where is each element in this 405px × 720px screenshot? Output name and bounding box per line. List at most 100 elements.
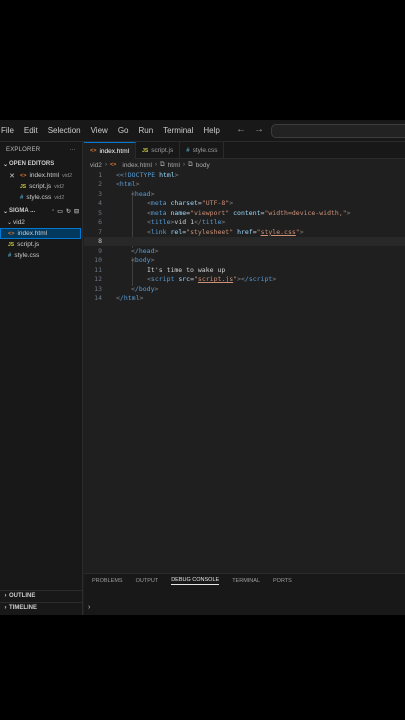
collapse-all-icon[interactable]: ⊟ (74, 208, 79, 215)
code-text: </body> (131, 284, 159, 293)
code-text: <title>vid 1</title> (147, 218, 226, 227)
outline-section[interactable]: › OUTLINE (0, 590, 83, 601)
close-icon[interactable]: ✕ (8, 172, 16, 180)
breadcrumb-file[interactable]: index.html (122, 162, 152, 169)
open-editor-item[interactable]: ✕ <> index.html vid2 (0, 170, 82, 181)
explorer-title: EXPLORER (6, 147, 41, 153)
menu-run[interactable]: Run (133, 126, 158, 135)
tab-terminal[interactable]: TERMINAL (232, 578, 260, 584)
tab-label: style.css (192, 147, 218, 154)
new-file-icon[interactable]: ▫ (52, 208, 54, 215)
code-text: <<!DOCTYPE html> (116, 170, 179, 179)
back-arrow-icon[interactable]: ← (236, 124, 246, 135)
open-editor-item[interactable]: JS script.js vid2 (0, 181, 82, 192)
file-item-index-html[interactable]: <> index.html (0, 228, 81, 239)
css-file-icon: # (20, 194, 24, 201)
navigation-arrows: ← → (236, 124, 264, 135)
open-editor-item[interactable]: # style.css vid2 (0, 192, 82, 203)
folder-item[interactable]: ⌄ vid2 (0, 217, 82, 228)
menu-selection[interactable]: Selection (43, 126, 86, 135)
code-text: <head> (131, 189, 155, 198)
vscode-window: File Edit Selection View Go Run Terminal… (0, 120, 405, 615)
chevron-right-icon: › (182, 162, 185, 168)
code-line: 4 <meta charset="UTF-8"> (84, 199, 405, 209)
file-name: index.html (17, 230, 48, 237)
js-file-icon: JS (8, 241, 15, 248)
file-name: script.js (17, 241, 40, 248)
menu-bar: File Edit Selection View Go Run Terminal… (0, 120, 405, 142)
menu-go[interactable]: Go (113, 126, 134, 135)
line-number: 12 (94, 275, 102, 284)
outline-label: OUTLINE (9, 593, 36, 599)
html-file-icon: <> (109, 162, 117, 168)
tab-script-js[interactable]: JS script.js (136, 142, 181, 159)
menu-help[interactable]: Help (198, 126, 224, 135)
panel-tabs: PROBLEMS OUTPUT DEBUG CONSOLE TERMINAL P… (84, 574, 405, 588)
menu-file[interactable]: File (0, 126, 19, 135)
command-center-search[interactable] (271, 124, 405, 138)
timeline-label: TIMELINE (9, 605, 37, 611)
console-prompt-icon[interactable]: › (88, 604, 90, 611)
chevron-right-icon: › (104, 162, 107, 168)
file-item-script-js[interactable]: JS script.js (0, 239, 82, 250)
file-item-style-css[interactable]: # style.css (0, 250, 82, 261)
new-folder-icon[interactable]: ▭ (57, 208, 63, 215)
code-line: 3 <head> (84, 189, 405, 199)
explorer-header: EXPLORER ··· (0, 142, 82, 158)
breadcrumb-body[interactable]: body (196, 162, 210, 169)
tab-style-css[interactable]: # style.css (180, 142, 225, 159)
code-text: <script src="script.js"></script> (147, 275, 277, 284)
refresh-icon[interactable]: ↻ (66, 208, 71, 215)
tab-index-html[interactable]: <> index.html (84, 142, 137, 159)
breadcrumb-html[interactable]: html (168, 162, 180, 169)
line-number: 7 (98, 227, 102, 236)
menu-edit[interactable]: Edit (19, 126, 43, 135)
code-text: <body> (131, 256, 155, 265)
chevron-right-icon: › (4, 605, 7, 611)
breadcrumb: vid2 › <> index.html › ⧉ html › ⧉ body (90, 160, 210, 170)
timeline-section[interactable]: › TIMELINE (0, 602, 83, 613)
editor-tabs: <> index.html JS script.js # style.css (84, 142, 405, 159)
code-editor[interactable]: 1 <<!DOCTYPE html> 2 <html> 3 <head> 4 <… (84, 170, 405, 573)
more-actions-icon[interactable]: ··· (69, 147, 76, 153)
menu-view[interactable]: View (86, 126, 113, 135)
tab-problems[interactable]: PROBLEMS (92, 578, 123, 584)
chevron-down-icon: ⌄ (2, 161, 9, 168)
code-line: 12 <script src="script.js"></script> (84, 275, 405, 285)
code-line: 7 <link rel="stylesheet" href="style.css… (84, 227, 405, 237)
open-editor-folder-hint: vid2 (54, 183, 65, 190)
tab-output[interactable]: OUTPUT (136, 578, 159, 584)
project-section[interactable]: ⌄ SIGMA ... ▫ ▭ ↻ ⊟ (0, 205, 82, 217)
line-number: 14 (94, 294, 102, 303)
tab-debug-console[interactable]: DEBUG CONSOLE (171, 577, 220, 585)
breadcrumb-folder[interactable]: vid2 (90, 162, 102, 169)
line-number: 11 (94, 265, 102, 274)
code-line: 11 It's time to wake up (84, 265, 405, 275)
open-editors-label: OPEN EDITORS (9, 161, 55, 167)
line-number: 8 (98, 237, 102, 246)
chevron-right-icon: › (4, 593, 7, 599)
project-label: SIGMA ... (9, 208, 36, 214)
line-number: 6 (98, 218, 102, 227)
css-file-icon: # (8, 252, 12, 259)
forward-arrow-icon[interactable]: → (254, 124, 264, 135)
code-text: It's time to wake up (147, 265, 226, 274)
element-icon: ⧉ (160, 161, 165, 168)
code-line: 14 </html> (84, 294, 405, 304)
open-editor-name: script.js (29, 183, 52, 190)
open-editors-section[interactable]: ⌄ OPEN EDITORS (0, 158, 82, 170)
chevron-down-icon: ⌄ (6, 220, 13, 226)
code-text: <html> (116, 180, 140, 189)
line-number: 1 (98, 170, 102, 179)
code-line: 13 </body> (84, 284, 405, 294)
chevron-right-icon: › (155, 162, 157, 168)
project-actions: ▫ ▭ ↻ ⊟ (52, 208, 82, 215)
tab-ports[interactable]: PORTS (273, 578, 292, 584)
html-file-icon: <> (20, 172, 27, 179)
code-line: 10 <body> (84, 256, 405, 266)
menu-terminal[interactable]: Terminal (158, 126, 198, 135)
line-number: 5 (98, 208, 102, 217)
js-file-icon: JS (142, 147, 149, 154)
element-icon: ⧉ (187, 161, 193, 168)
tab-label: index.html (99, 147, 130, 155)
